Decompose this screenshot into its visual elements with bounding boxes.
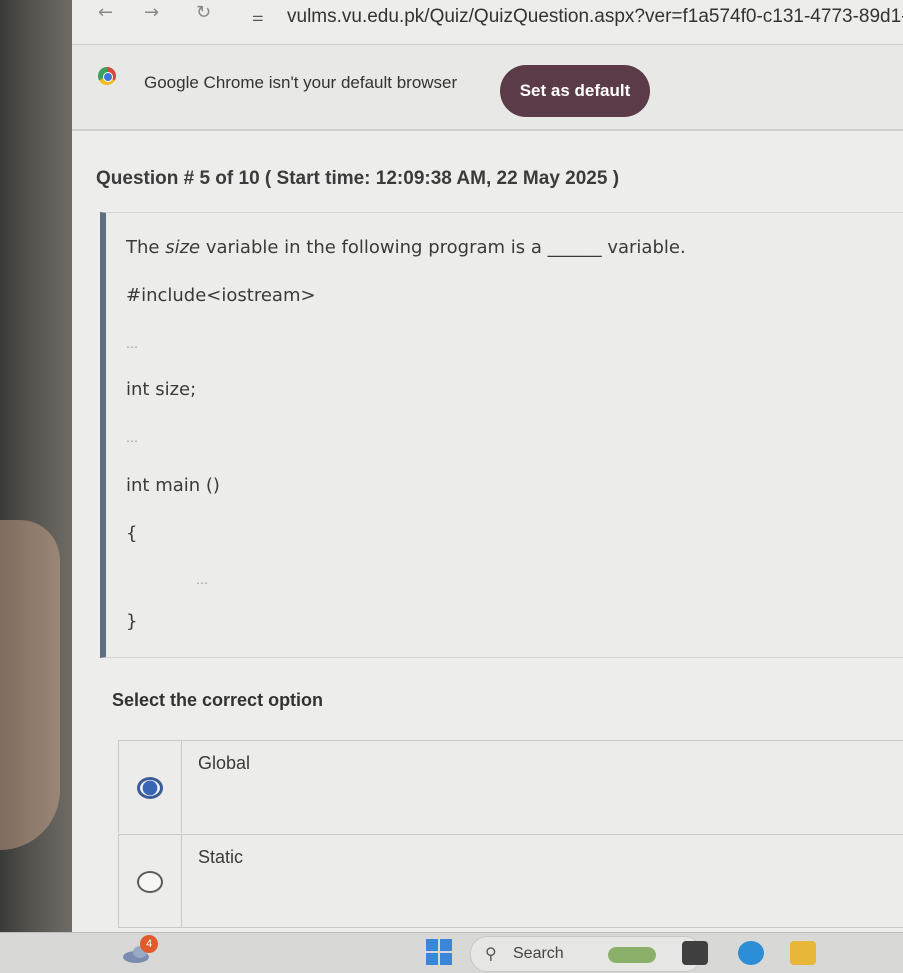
code-declaration: int size; bbox=[126, 379, 197, 400]
set-as-default-button[interactable]: Set as default bbox=[500, 65, 650, 117]
site-info-icon[interactable]: ⚌ bbox=[252, 10, 264, 25]
navigation-bar: ← → ↻ ⚌ vulms.vu.edu.pk/Quiz/QuizQuestio… bbox=[72, 0, 903, 40]
taskbar: 4 ⚲ Search bbox=[0, 932, 903, 973]
reload-icon[interactable]: ↻ bbox=[196, 2, 211, 23]
code-ellipsis: … bbox=[126, 337, 138, 351]
search-label: Search bbox=[513, 945, 564, 962]
code-ellipsis: … bbox=[126, 431, 138, 445]
prompt-text-end: variable in the following program is a _… bbox=[200, 237, 686, 258]
default-browser-infobar: Google Chrome isn't your default browser… bbox=[72, 44, 903, 131]
forward-icon[interactable]: → bbox=[144, 2, 159, 23]
radio-cell bbox=[118, 741, 182, 833]
device-bezel bbox=[0, 0, 72, 940]
radio-button-selected[interactable] bbox=[137, 777, 163, 799]
code-close-brace: } bbox=[126, 611, 138, 632]
prompt-keyword: size bbox=[165, 237, 201, 258]
browser-window: ← → ↻ ⚌ vulms.vu.edu.pk/Quiz/QuizQuestio… bbox=[72, 0, 903, 940]
question-prompt: The size variable in the following progr… bbox=[126, 237, 686, 258]
question-header: Question # 5 of 10 ( Start time: 12:09:3… bbox=[96, 168, 619, 190]
search-icon: ⚲ bbox=[485, 944, 497, 963]
code-include: #include<iostream> bbox=[126, 285, 316, 306]
option-static[interactable]: Static bbox=[118, 834, 903, 928]
back-icon[interactable]: ← bbox=[98, 2, 113, 23]
question-header-close: ) bbox=[607, 168, 620, 189]
code-main: int main () bbox=[126, 475, 220, 496]
radio-cell bbox=[118, 835, 182, 927]
file-explorer-icon[interactable] bbox=[790, 941, 816, 965]
taskbar-search[interactable]: ⚲ Search bbox=[470, 936, 702, 972]
option-label[interactable]: Global bbox=[198, 753, 250, 774]
widget-landscape-icon[interactable] bbox=[608, 947, 656, 963]
option-global[interactable]: Global bbox=[118, 740, 903, 833]
address-bar[interactable]: vulms.vu.edu.pk/Quiz/QuizQuestion.aspx?v… bbox=[287, 6, 903, 28]
radio-button[interactable] bbox=[137, 871, 163, 893]
chrome-icon bbox=[98, 67, 116, 85]
app-icon[interactable] bbox=[682, 941, 708, 965]
windows-start-icon[interactable] bbox=[426, 939, 452, 965]
code-ellipsis: … bbox=[196, 573, 208, 587]
select-option-title: Select the correct option bbox=[112, 690, 324, 710]
question-number: Question # 5 of 10 ( bbox=[96, 168, 277, 189]
prompt-text: The bbox=[126, 237, 166, 258]
notification-badge: 4 bbox=[140, 935, 158, 953]
code-open-brace: { bbox=[126, 523, 138, 544]
option-label[interactable]: Static bbox=[198, 847, 243, 868]
question-box: The size variable in the following progr… bbox=[100, 212, 903, 658]
infobar-message: Google Chrome isn't your default browser bbox=[144, 73, 458, 92]
finger-overlay bbox=[0, 520, 60, 850]
edge-browser-icon[interactable] bbox=[738, 941, 764, 965]
start-time: Start time: 12:09:38 AM, 22 May 2025 bbox=[276, 168, 608, 189]
